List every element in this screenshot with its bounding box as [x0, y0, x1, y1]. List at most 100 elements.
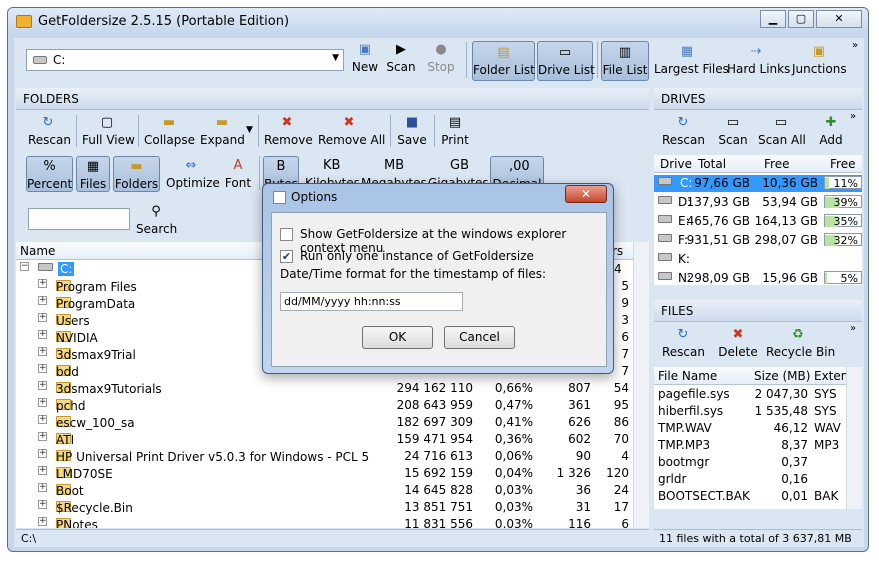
- font-button[interactable]: A Font: [223, 158, 253, 190]
- optimize-button[interactable]: ⇔ Optimize: [166, 158, 220, 190]
- column-extension[interactable]: Extensi: [814, 369, 846, 383]
- expand-toggle-icon[interactable]: +: [38, 398, 47, 407]
- expand-toggle-icon[interactable]: +: [38, 330, 47, 339]
- expand-toggle-icon[interactable]: +: [38, 279, 47, 288]
- folders-toggle-button[interactable]: ▬ Folders: [113, 156, 160, 192]
- expand-toggle-icon[interactable]: +: [38, 313, 47, 322]
- path-combo[interactable]: C: ▼: [26, 49, 344, 71]
- close-button[interactable]: ✕: [816, 10, 862, 28]
- rescan-button[interactable]: ↻ Rescan: [28, 115, 71, 147]
- remove-button[interactable]: ✖ Remove: [264, 115, 313, 147]
- dialog-close-button[interactable]: ✕: [565, 185, 607, 203]
- folder-tree-scrollbar[interactable]: [633, 242, 649, 528]
- files-delete-button[interactable]: ✖ Delete: [718, 327, 758, 359]
- folder-row[interactable]: + LMD70SE 15 692 159 0,04% 1 326 120: [16, 465, 633, 482]
- drive-row[interactable]: E: 465,76 GB 164,13 GB 35%: [654, 213, 862, 230]
- folder-row[interactable]: + ATI 159 471 954 0,36% 602 70: [16, 431, 633, 448]
- folder-row[interactable]: + HP Universal Print Driver v5.0.3 for Wi…: [16, 448, 633, 465]
- minimize-button[interactable]: ▁: [760, 10, 786, 28]
- file-row[interactable]: bootmgr 0,37: [654, 454, 846, 471]
- format-input[interactable]: dd/MM/yyyy hh:nn:ss: [280, 292, 463, 311]
- recycle-bin-button[interactable]: ♻ Recycle Bin: [766, 327, 835, 359]
- expand-toggle-icon[interactable]: +: [38, 449, 47, 458]
- drives-scan-all-button[interactable]: ▭ Scan All: [758, 115, 806, 147]
- drive-row[interactable]: F: 931,51 GB 298,07 GB 32%: [654, 232, 862, 249]
- files-rescan-button[interactable]: ↻ Rescan: [662, 327, 705, 359]
- stop-button[interactable]: ● Stop: [426, 42, 456, 74]
- toolbar-overflow-icon[interactable]: »: [852, 40, 858, 51]
- expand-dropdown-icon[interactable]: ▼: [246, 125, 253, 135]
- folder-row[interactable]: +3dsmax9Tutorials 294 162 110 0,66% 807 54: [16, 380, 633, 397]
- expand-toggle-icon[interactable]: +: [38, 432, 47, 441]
- file-row[interactable]: BOOTSECT.BAK 0,01 BAK: [654, 488, 846, 505]
- drive-row[interactable]: N: 298,09 GB 15,96 GB 5%: [654, 270, 862, 285]
- new-button[interactable]: ▣ New: [350, 42, 380, 74]
- drive-total: 97,66 GB: [694, 176, 750, 190]
- file-row[interactable]: TMP.WAV 46,12 WAV: [654, 420, 846, 437]
- expand-toggle-icon[interactable]: +: [38, 483, 47, 492]
- single-instance-checkbox[interactable]: ✔: [280, 250, 293, 263]
- column-name[interactable]: Name: [20, 244, 55, 258]
- search-button[interactable]: ⚲ Search: [136, 204, 177, 236]
- drives-scan-button[interactable]: ▭ Scan: [718, 115, 748, 147]
- column-file-name[interactable]: File Name: [658, 369, 717, 383]
- expand-toggle-icon[interactable]: +: [38, 347, 47, 356]
- folder-row[interactable]: + pchd 208 643 959 0,47% 361 95: [16, 397, 633, 414]
- column-size[interactable]: Size (MB): [754, 369, 810, 383]
- collapse-button[interactable]: ▬ Collapse: [144, 115, 195, 147]
- expand-toggle-icon[interactable]: +: [38, 381, 47, 390]
- largest-files-button[interactable]: ▦ Largest Files: [654, 44, 729, 76]
- file-row[interactable]: grldr 0,16: [654, 471, 846, 488]
- file-row[interactable]: pagefile.sys 2 047,30 SYS: [654, 386, 846, 403]
- folder-row[interactable]: + Boot 14 645 828 0,03% 36 24: [16, 482, 633, 499]
- maximize-button[interactable]: ▢: [788, 10, 814, 28]
- context-menu-checkbox[interactable]: [280, 228, 293, 241]
- files-scrollbar[interactable]: [846, 367, 862, 509]
- column-free[interactable]: Free: [764, 157, 789, 171]
- folder-row[interactable]: + escw_100_sa 182 697 309 0,41% 626 86: [16, 414, 633, 431]
- file-row[interactable]: TMP.MP3 8,37 MP3: [654, 437, 846, 454]
- drives-rescan-button[interactable]: ↻ Rescan: [662, 115, 705, 147]
- column-free-pct[interactable]: Free: [830, 157, 855, 171]
- file-list-button[interactable]: ▥ File List: [601, 41, 649, 81]
- files-overflow-icon[interactable]: »: [850, 323, 856, 334]
- expand-toggle-icon[interactable]: +: [38, 500, 47, 509]
- files-toggle-button[interactable]: ▦ Files: [76, 156, 110, 192]
- junctions-button[interactable]: ▣ Junctions: [792, 44, 847, 76]
- file-name: bootmgr: [658, 455, 710, 469]
- file-row[interactable]: hiberfil.sys 1 535,48 SYS: [654, 403, 846, 420]
- expand-toggle-icon[interactable]: +: [38, 415, 47, 424]
- drive-list-button[interactable]: ▭ Drive List: [537, 41, 595, 81]
- search-input[interactable]: [28, 208, 130, 230]
- drive-row[interactable]: C: 97,66 GB 10,36 GB 11%: [654, 175, 862, 192]
- save-button[interactable]: ■ Save: [396, 115, 428, 147]
- ok-button[interactable]: OK: [362, 326, 433, 349]
- hard-links-button[interactable]: ⇢ Hard Links: [727, 44, 790, 76]
- drive-row[interactable]: K:: [654, 251, 862, 268]
- cancel-button[interactable]: Cancel: [444, 326, 515, 349]
- remove-all-button[interactable]: ✖ Remove All: [318, 115, 385, 147]
- folder-row[interactable]: + PNotes 11 831 556 0,03% 116 6: [16, 516, 633, 528]
- folder-row[interactable]: + $Recycle.Bin 13 851 751 0,03% 31 17: [16, 499, 633, 516]
- expand-button[interactable]: ▬ Expand: [200, 115, 245, 147]
- drives-overflow-icon[interactable]: »: [850, 111, 856, 122]
- column-drive[interactable]: Drive: [660, 157, 692, 171]
- folder-list-button[interactable]: ▤ Folder List: [472, 41, 535, 81]
- refresh-icon: ↻: [42, 115, 54, 130]
- expand-toggle-icon[interactable]: +: [38, 517, 47, 526]
- print-button[interactable]: ▤ Print: [440, 115, 470, 147]
- column-total[interactable]: Total: [698, 157, 726, 171]
- expand-toggle-icon[interactable]: +: [38, 466, 47, 475]
- expand-toggle-icon[interactable]: +: [38, 364, 47, 373]
- dropdown-arrow-icon[interactable]: ▼: [332, 53, 339, 63]
- free-percent: 32%: [833, 234, 858, 247]
- expand-toggle-icon[interactable]: +: [38, 296, 47, 305]
- new-label: New: [351, 60, 379, 74]
- full-view-button[interactable]: ▢ Full View: [82, 115, 135, 147]
- percent-button[interactable]: % Percent: [26, 156, 73, 192]
- remove-all-icon: ✖: [343, 115, 355, 130]
- collapse-toggle-icon[interactable]: −: [20, 262, 29, 271]
- drive-row[interactable]: D: 137,93 GB 53,94 GB 39%: [654, 194, 862, 211]
- drives-add-button[interactable]: ✚ Add: [818, 115, 844, 147]
- scan-button[interactable]: ▶ Scan: [386, 42, 416, 74]
